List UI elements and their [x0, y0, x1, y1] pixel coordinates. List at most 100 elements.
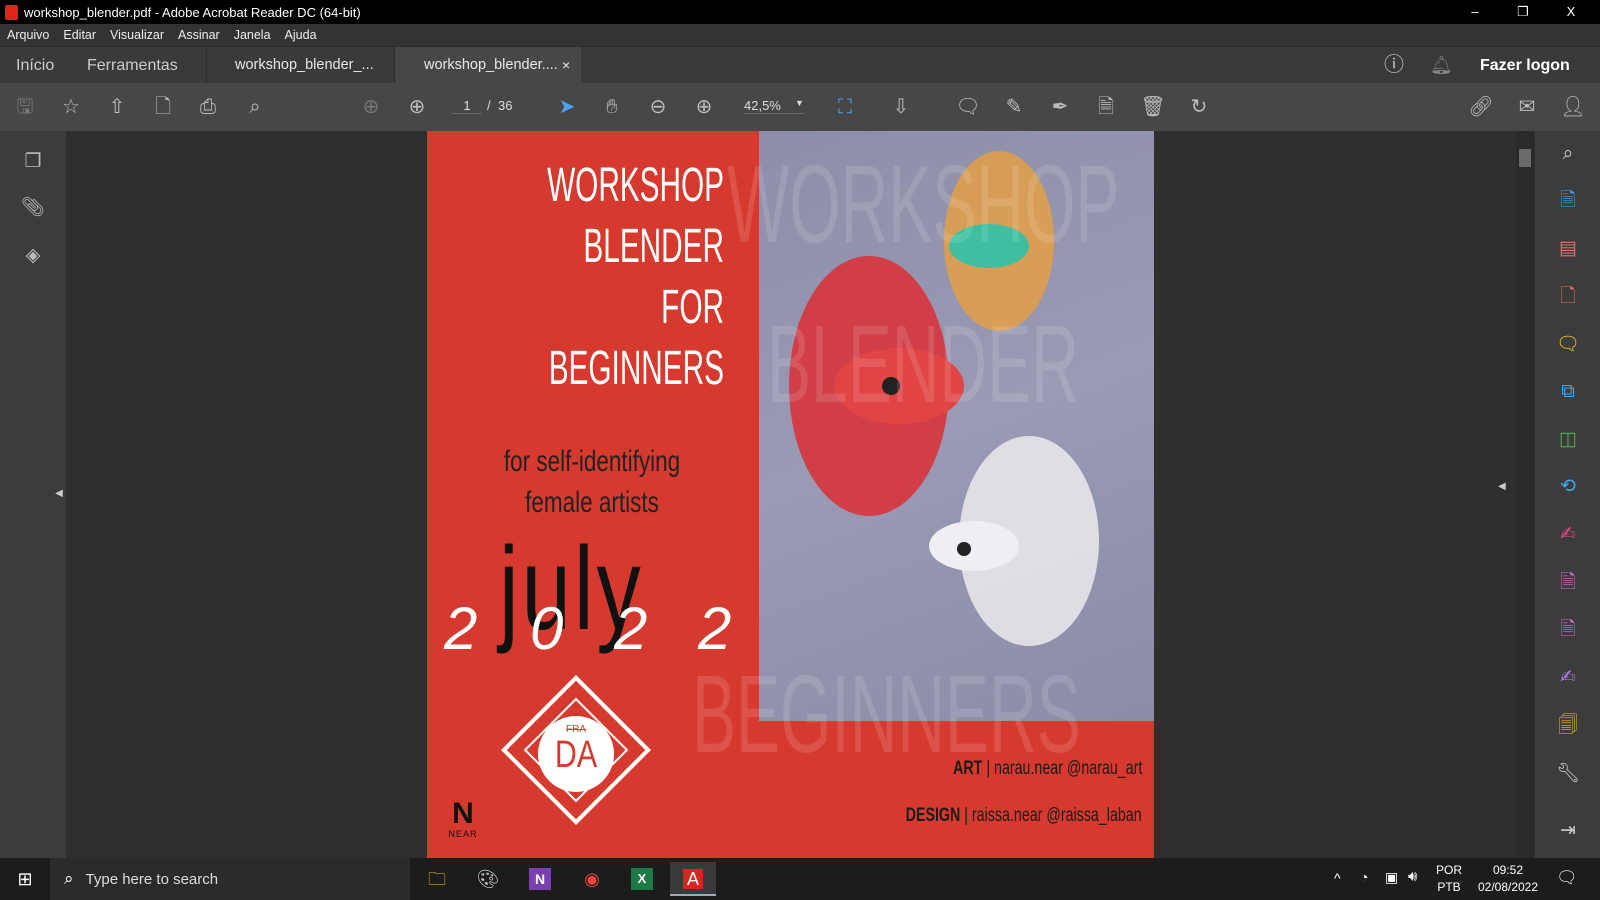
menu-assinar[interactable]: Assinar	[171, 28, 227, 42]
star-icon[interactable]: ☆	[58, 94, 84, 120]
search-icon: ⌕	[64, 869, 74, 888]
language-indicator[interactable]: POR PTB	[1436, 862, 1462, 896]
page-number-input[interactable]: 1	[452, 98, 482, 114]
file-lock-icon[interactable]: 🗋	[150, 94, 176, 120]
cloud-upload-icon[interactable]: ⇧	[104, 94, 130, 120]
paint-icon[interactable]: 🎨︎	[465, 862, 511, 896]
select-cursor-icon[interactable]: ➤	[554, 94, 580, 120]
subtitle-line-1: for self-identifying	[503, 445, 681, 478]
tools-pane: ⌕ 🗎 ▤ 🗋 🗨︎ ⧉ ◫ ⟲ ✍︎ 🗎 🗎 ✍︎ 🗐 🔧︎ ⇥	[1535, 131, 1600, 858]
login-button[interactable]: Fazer logon	[1480, 47, 1570, 84]
organize-pages-icon[interactable]: ▤	[1555, 236, 1581, 262]
language-code: POR	[1436, 863, 1463, 877]
edit-file-icon[interactable]: 🗎	[1093, 94, 1119, 120]
print-icon[interactable]: ⎙	[195, 94, 221, 120]
keyboard-layout: PTB	[1437, 880, 1461, 894]
volume-icon[interactable]: 🔊︎	[1408, 868, 1417, 885]
taskbar-search-box[interactable]: ⌕ Type here to search	[50, 858, 410, 900]
menu-editar[interactable]: Editar	[56, 28, 103, 42]
menu-ajuda[interactable]: Ajuda	[278, 28, 324, 42]
close-tab-icon[interactable]: ×	[562, 47, 570, 84]
save-icon[interactable]: 🖫	[12, 94, 38, 120]
clock[interactable]: 09:52 02/08/2022	[1472, 862, 1544, 896]
chevron-down-icon[interactable]: ▼	[795, 98, 804, 108]
fit-page-icon[interactable]: ⛶	[832, 94, 858, 120]
zoom-search-icon[interactable]: ⌕	[1555, 141, 1581, 167]
near-logo-text: NEAR	[448, 829, 478, 839]
bell-icon[interactable]: 🔔︎	[1430, 47, 1453, 84]
windows-start-icon[interactable]: ⊞	[2, 862, 48, 896]
notifications-icon[interactable]: 🗨︎	[1556, 868, 1578, 888]
tab-document-2[interactable]: workshop_blender.... ×	[394, 47, 581, 84]
send-for-review-icon[interactable]: 🗎	[1555, 570, 1581, 596]
trash-icon[interactable]: 🗑︎	[1140, 94, 1166, 120]
poster-title-line-3: FOR	[661, 281, 724, 334]
poster-title-line-2: BLENDER	[583, 220, 724, 273]
tab-home[interactable]: Início	[16, 47, 54, 84]
onenote-icon[interactable]: N	[529, 868, 551, 890]
page-separator: /	[487, 98, 491, 113]
highlight-icon[interactable]: ✎	[1001, 94, 1027, 120]
poster-subtitle: for self-identifying female artists	[491, 441, 694, 523]
menu-visualizar[interactable]: Visualizar	[103, 28, 171, 42]
hand-tool-icon[interactable]: ✋︎	[599, 94, 625, 120]
rotate-icon[interactable]: ↻	[1186, 94, 1212, 120]
search-placeholder: Type here to search	[85, 870, 219, 888]
minimize-button[interactable]: –	[1452, 0, 1498, 24]
scan-icon[interactable]: ⟲	[1555, 474, 1581, 500]
comment-icon[interactable]: 🗨︎	[955, 94, 981, 120]
previous-page-icon[interactable]: ⊕	[358, 94, 384, 120]
left-navigation-panel: ❐ 📎︎ ◈ ◀	[0, 131, 66, 858]
credit-art: ART | narau.near @narau_art	[953, 758, 1142, 780]
page-total: 36	[498, 98, 513, 113]
create-pdf-icon[interactable]: 🗋	[1555, 284, 1581, 310]
tab-tools[interactable]: Ferramentas	[87, 47, 178, 84]
excel-icon[interactable]: X	[631, 868, 653, 890]
help-icon[interactable]: ⓘ	[1384, 47, 1404, 84]
comment-tool-icon[interactable]: 🗨︎	[1555, 332, 1581, 358]
window-title: workshop_blender.pdf - Adobe Acrobat Rea…	[24, 4, 361, 20]
layers-icon[interactable]: ◈	[20, 243, 46, 269]
clock-time: 09:52	[1492, 863, 1524, 877]
protect-icon[interactable]: 🗎	[1555, 617, 1581, 643]
expand-right-panel-icon[interactable]: ◀	[1498, 481, 1506, 492]
camera-icon[interactable]: ▣	[1385, 869, 1398, 886]
chrome-icon[interactable]: ◉	[569, 862, 615, 896]
search-icon[interactable]: ⌕	[242, 94, 268, 120]
menu-janela[interactable]: Janela	[227, 28, 278, 42]
year-digit-1: 2	[444, 595, 478, 662]
scrollbar-thumb[interactable]	[1519, 149, 1531, 167]
show-hidden-icons[interactable]: ^	[1334, 870, 1341, 886]
combine-files-icon[interactable]: ⧉	[1555, 379, 1581, 405]
request-signature-icon[interactable]: ✍︎	[1555, 665, 1581, 691]
menu-arquivo[interactable]: Arquivo	[0, 28, 56, 42]
fill-sign-icon[interactable]: ✍︎	[1555, 522, 1581, 548]
network-icon[interactable]: ◔	[1360, 869, 1368, 885]
credit-design-text: | raissa.near @raissa_laban	[964, 805, 1142, 826]
collapse-pane-icon[interactable]: ⇥	[1555, 818, 1581, 844]
expand-left-panel-icon[interactable]: ◀	[46, 481, 72, 507]
year-digit-3: 2	[614, 595, 648, 662]
export-pdf-icon[interactable]: 🗎	[1555, 188, 1581, 214]
email-icon[interactable]: ✉︎	[1514, 94, 1540, 120]
add-user-icon[interactable]: 👤︎	[1560, 94, 1586, 120]
file-explorer-icon[interactable]: 🗀	[414, 862, 460, 896]
compress-icon[interactable]: ◫	[1555, 427, 1581, 453]
tab-bar: Início Ferramentas workshop_blender_... …	[0, 46, 1600, 84]
maximize-button[interactable]: ❐	[1500, 0, 1546, 24]
sign-icon[interactable]: ✒︎	[1047, 94, 1073, 120]
pages-icon[interactable]: ❐	[20, 149, 46, 175]
prepare-form-icon[interactable]: 🗐	[1555, 713, 1581, 739]
toolbar: 🖫 ☆ ⇧ 🗋 ⎙ ⌕ ⊕ ⊕ 1 / 36 ➤ ✋︎ ⊖ ⊕ 42,5% ▼ …	[0, 83, 1600, 131]
tab-document-1[interactable]: workshop_blender_...	[206, 47, 394, 84]
close-button[interactable]: X	[1548, 0, 1594, 24]
scroll-mode-icon[interactable]: ⇩	[888, 94, 914, 120]
acrobat-taskbar-icon[interactable]: A	[670, 862, 716, 896]
zoom-in-icon[interactable]: ⊕	[691, 94, 717, 120]
more-tools-icon[interactable]: 🔧︎	[1555, 761, 1581, 787]
share-link-icon[interactable]: 🔗︎	[1468, 94, 1494, 120]
next-page-icon[interactable]: ⊕	[404, 94, 430, 120]
vertical-scrollbar[interactable]: ◀	[1498, 131, 1534, 858]
zoom-out-icon[interactable]: ⊖	[645, 94, 671, 120]
attachment-icon[interactable]: 📎︎	[20, 195, 46, 221]
